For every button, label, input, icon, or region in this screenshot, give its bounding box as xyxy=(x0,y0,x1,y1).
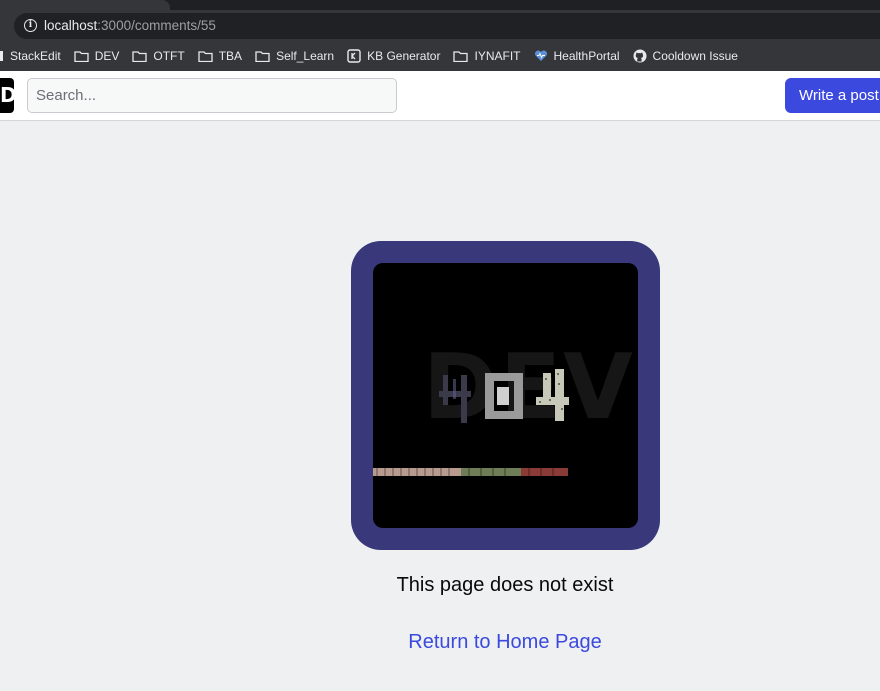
bookmark-label: Cooldown Issue xyxy=(652,48,738,63)
folder-icon xyxy=(453,50,469,62)
folder-icon xyxy=(74,50,89,62)
bookmarks-bar: StackEdit DEV OTFT TBA Self_Learn KB Gen… xyxy=(0,40,880,71)
folder-icon xyxy=(255,50,270,62)
bookmark-iynafit[interactable]: IYNAFIT xyxy=(453,48,521,63)
bookmark-stackedit[interactable]: StackEdit xyxy=(0,49,61,63)
info-icon[interactable]: i xyxy=(24,19,37,32)
return-home-link[interactable]: Return to Home Page xyxy=(0,631,880,654)
error-illustration: DEV xyxy=(373,263,638,528)
site-header: DEV Write a post xyxy=(0,71,880,121)
write-post-button[interactable]: Write a post xyxy=(785,78,880,113)
bookmark-kb-generator[interactable]: KB Generator xyxy=(347,49,440,63)
github-icon xyxy=(633,49,647,62)
stackedit-icon xyxy=(0,50,3,61)
bookmark-label: TBA xyxy=(218,48,243,63)
folder-icon xyxy=(132,50,148,62)
bookmark-label: StackEdit xyxy=(10,48,61,63)
bookmark-tba[interactable]: TBA xyxy=(198,49,242,63)
dev-logo[interactable]: DEV xyxy=(0,78,14,113)
bookmark-label: IYNAFIT xyxy=(474,48,521,63)
search-input[interactable] xyxy=(27,78,397,113)
error-message: This page does not exist xyxy=(396,574,614,596)
bookmark-healthportal[interactable]: HealthPortal xyxy=(534,49,620,63)
kb-generator-icon xyxy=(347,48,361,63)
address-bar[interactable]: i localhost:3000/comments/55 xyxy=(14,13,880,39)
folder-icon xyxy=(198,50,213,62)
bookmark-otft[interactable]: OTFT xyxy=(132,48,185,63)
bookmark-label: HealthPortal xyxy=(553,48,620,63)
url-text[interactable]: localhost:3000/comments/55 xyxy=(44,18,216,33)
bookmark-label: DEV xyxy=(94,48,120,63)
bookmark-label: Self_Learn xyxy=(276,48,335,63)
heart-icon xyxy=(534,50,547,61)
error-illustration-frame: DEV xyxy=(351,241,660,550)
bookmark-label: KB Generator xyxy=(367,48,441,63)
url-host: localhost xyxy=(44,18,98,33)
bookmark-label: OTFT xyxy=(153,48,185,63)
bookmark-self-learn[interactable]: Self_Learn xyxy=(255,49,334,63)
url-path: :3000/comments/55 xyxy=(97,18,216,33)
browser-toolbar: i localhost:3000/comments/55 xyxy=(0,10,880,40)
bookmark-cooldown-issue[interactable]: Cooldown Issue xyxy=(633,49,738,63)
glitch-404-graphic xyxy=(373,369,569,476)
bookmark-dev[interactable]: DEV xyxy=(74,48,120,63)
